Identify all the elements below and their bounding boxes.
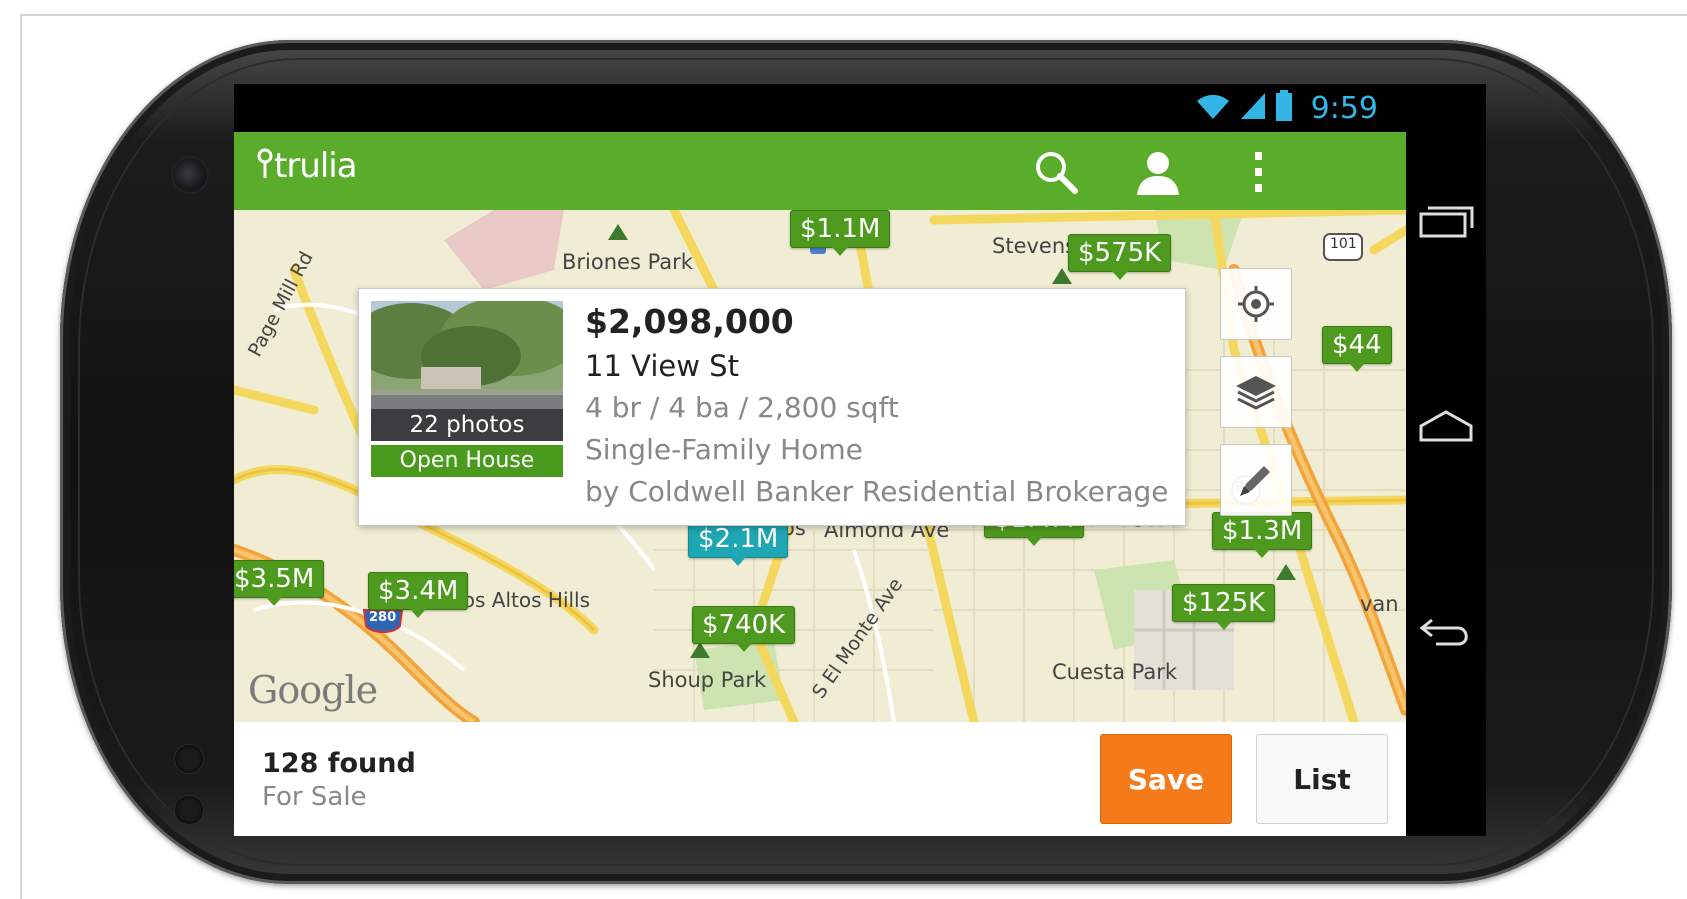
profile-icon[interactable] xyxy=(1132,146,1184,198)
layers-icon xyxy=(1236,376,1276,410)
results-bar: 128 found For Sale Save List xyxy=(234,722,1406,836)
map-label-los-altos-hills: Los Altos Hills xyxy=(452,588,591,612)
draw-button[interactable] xyxy=(1220,444,1292,516)
map-label-shoup-park: Shoup Park xyxy=(648,668,767,692)
my-location-icon xyxy=(1238,286,1274,322)
photo-count: 22 photos xyxy=(371,409,563,441)
map-view[interactable]: Briones Park Stevens Page Mill Rd Almond… xyxy=(234,210,1406,722)
light-sensor xyxy=(175,796,203,824)
status-time: 9:59 xyxy=(1310,90,1378,126)
listing-price: $2,098,000 xyxy=(585,302,794,341)
phone-screen: 9:59 trulia Briones Park Stevens Page Mi… xyxy=(234,84,1486,836)
price-pin[interactable]: $1.3M xyxy=(1212,512,1313,558)
results-count: 128 found xyxy=(262,748,416,779)
home-button[interactable] xyxy=(1414,394,1478,458)
overflow-menu-icon[interactable] xyxy=(1232,146,1284,198)
listing-card[interactable]: 22 photos Open House $2,098,000 11 View … xyxy=(358,288,1186,526)
map-label-stevens: Stevens xyxy=(992,234,1077,258)
price-pin[interactable]: $3.5M xyxy=(234,560,325,606)
front-camera xyxy=(173,158,207,192)
price-pin[interactable]: $740K xyxy=(692,606,796,652)
pin-logo-icon xyxy=(256,148,274,185)
price-pin[interactable]: $3.4M xyxy=(368,572,469,618)
price-pin[interactable]: $44 xyxy=(1322,326,1392,372)
back-button[interactable] xyxy=(1414,600,1478,664)
recent-apps-button[interactable] xyxy=(1414,190,1478,254)
price-pin[interactable]: $1.1M xyxy=(790,210,891,256)
search-icon[interactable] xyxy=(1030,146,1082,198)
home-icon xyxy=(1419,410,1473,442)
highway-280-label: 280 xyxy=(369,610,397,625)
trulia-logo[interactable]: trulia xyxy=(256,146,358,186)
proximity-sensor xyxy=(175,745,203,773)
status-bar: 9:59 xyxy=(234,84,1406,132)
map-label-cuesta-park: Cuesta Park xyxy=(1052,660,1177,684)
price-pin[interactable]: $125K xyxy=(1172,584,1276,630)
listing-broker: by Coldwell Banker Residential Brokerage xyxy=(585,475,1169,508)
navigation-bar xyxy=(1406,84,1486,836)
map-label-van-pa: van Pa xyxy=(1360,592,1406,616)
list-view-button[interactable]: List xyxy=(1256,734,1388,824)
back-icon xyxy=(1419,618,1468,646)
listing-specs: 4 br / 4 ba / 2,800 sqft xyxy=(585,391,899,424)
open-house-badge: Open House xyxy=(371,445,563,477)
battery-icon xyxy=(1275,89,1293,127)
google-attribution: Google xyxy=(248,668,378,712)
highway-101-label: 101 xyxy=(1330,236,1357,252)
logo-text: trulia xyxy=(274,146,358,186)
signal-icon xyxy=(1239,91,1267,126)
wifi-icon xyxy=(1195,91,1231,126)
action-bar: trulia xyxy=(234,132,1406,210)
listing-address: 11 View St xyxy=(585,349,739,383)
search-filter-label: For Sale xyxy=(262,782,367,812)
listing-photo[interactable]: 22 photos xyxy=(371,301,563,441)
draw-icon xyxy=(1240,466,1270,496)
layers-button[interactable] xyxy=(1220,356,1292,428)
my-location-button[interactable] xyxy=(1220,268,1292,340)
recent-apps-icon xyxy=(1419,206,1474,238)
listing-type: Single-Family Home xyxy=(585,433,863,466)
price-pin[interactable]: $575K xyxy=(1068,234,1172,280)
map-label-briones-park: Briones Park xyxy=(562,250,693,274)
save-search-button[interactable]: Save xyxy=(1100,734,1232,824)
